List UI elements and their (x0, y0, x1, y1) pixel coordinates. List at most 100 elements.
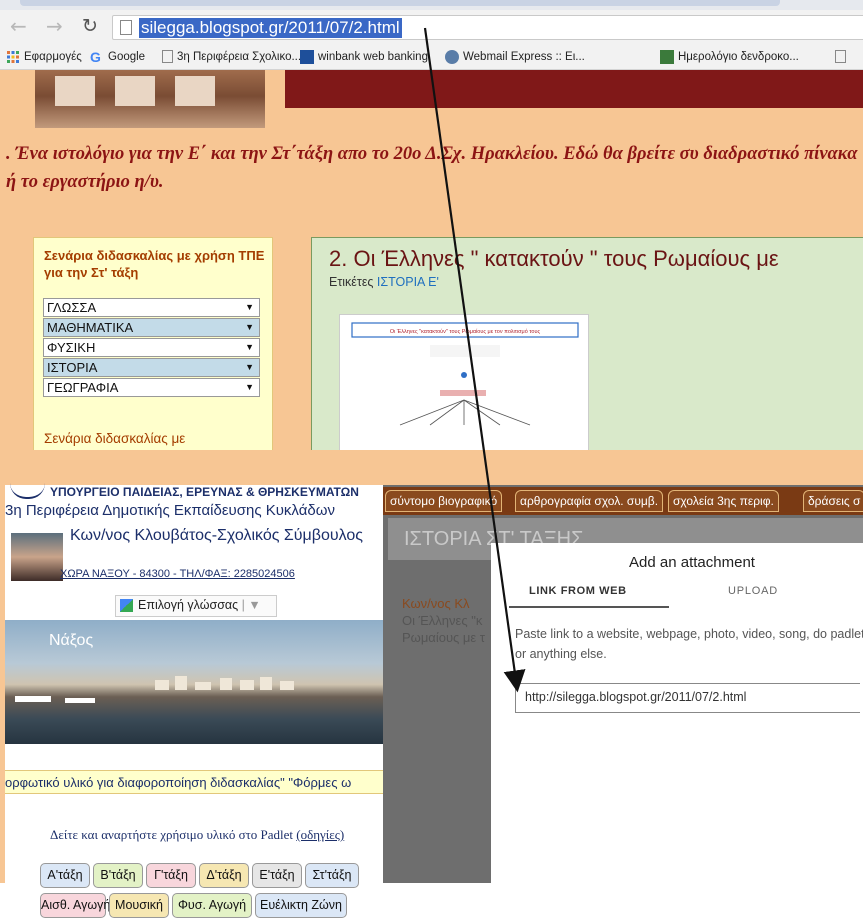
dropdown-label: ΙΣΤΟΡΙΑ (47, 360, 98, 375)
grade-d-button[interactable]: Δ'τάξη (199, 863, 249, 888)
page-icon (120, 20, 132, 35)
browser-toolbar: ← → ↻ silegga.blogspot.gr/2011/07/2.html (0, 10, 863, 45)
contact-info: ΧΩΡΑ ΝΑΞΟΥ - 84300 - ΤΗΛ/ΦΑΞ: 2285024506 (60, 568, 295, 580)
bookmark-periferia[interactable]: 3η Περιφέρεια Σχολικο... (162, 50, 301, 63)
blog-tagline: . Ένα ιστολόγιο για την Ε΄ και την Στ΄τά… (6, 144, 858, 192)
bookmark-calendar[interactable]: Ημερολόγιο δενδροκο... (660, 50, 799, 64)
scrolling-announcements[interactable]: ορφωτικό υλικό για διαφοροποίηση διδασκα… (5, 770, 383, 794)
post-tags: Ετικέτες ΙΣΤΟΡΙΑ Ε' (329, 275, 439, 289)
padlet-text: Δείτε και αναρτήστε χρήσιμο υλικό στο Pa… (50, 827, 344, 843)
modal-title: Add an attachment (629, 554, 755, 571)
dropdown-arrow-icon: ▼ (245, 382, 254, 392)
consultant-site: ΥΠΟΥΡΓΕΙΟ ΠΑΙΔΕΙΑΣ, ΕΡΕΥΝΑΣ & ΘΡΗΣΚΕΥΜΑΤ… (5, 483, 383, 918)
active-tab-indicator (509, 606, 669, 608)
back-arrow-icon[interactable]: ← (10, 14, 27, 38)
nav-bio[interactable]: σύντομο βιογραφικό (385, 490, 503, 512)
apps-grid-icon (7, 51, 19, 63)
dropdown-arrow-icon: ▼ (245, 362, 254, 372)
ministry-emblem-icon (10, 483, 45, 499)
dimmed-line: Κων/νος Κλ (402, 596, 470, 611)
naxos-harbor-photo: Νάξος (5, 620, 383, 744)
bookmark-google[interactable]: G Google (90, 50, 145, 64)
sidebar-footer-link[interactable]: Σενάρια διδασκαλίας με (44, 430, 185, 447)
grade-b-button[interactable]: Β'τάξη (93, 863, 143, 888)
dimmed-post-preview: Κων/νος Κλ Οι Έλληνες "κ Ρωμαίους με τ (402, 595, 485, 646)
dropdown-label: ΓΛΩΣΣΑ (47, 300, 97, 315)
nav-schools[interactable]: σχολεία 3ης περιφ. (668, 490, 779, 512)
padlet-guide-link[interactable]: (οδηγίες) (296, 827, 344, 842)
calendar-icon (660, 50, 674, 64)
consultant-name: Κων/νος Κλουβάτος-Σχολικός Σύμβουλος (70, 527, 363, 544)
dropdown-label: ΜΑΘΗΜΑΤΙΚΑ (47, 320, 134, 335)
pe-button[interactable]: Φυσ. Αγωγή (172, 893, 252, 918)
webmail-icon (445, 50, 459, 64)
subject-dropdown-math[interactable]: ΜΑΘΗΜΑΤΙΚΑ ▼ (43, 318, 260, 337)
translate-icon (120, 599, 133, 613)
bookmark-label: Ημερολόγιο δενδροκο... (678, 51, 799, 63)
subject-dropdown-geography[interactable]: ΓΕΩΓΡΑΦΙΑ ▼ (43, 378, 260, 397)
link-input[interactable]: http://silegga.blogspot.gr/2011/07/2.htm… (515, 683, 860, 713)
google-g-icon: G (90, 49, 101, 65)
post-diagram-image[interactable]: Οι Έλληνες "κατακτούν" τους Ρωμαίους με … (339, 314, 589, 450)
sidebar-title: Σενάρια διδασκαλίας με χρήση ΤΠΕ για την… (44, 248, 265, 280)
scenarios-sidebar: Σενάρια διδασκαλίας με χρήση ΤΠΕ για την… (33, 237, 273, 450)
dimmed-line: Ρωμαίους με τ (402, 630, 485, 645)
art-button[interactable]: Αισθ. Αγωγή (40, 893, 110, 918)
region-title: 3η Περιφέρεια Δημοτικής Εκπαίδευσης Κυκλ… (5, 502, 335, 519)
winbank-icon (300, 50, 314, 64)
diagram-drawing: Οι Έλληνες "κατακτούν" τους Ρωμαίους με … (351, 322, 579, 426)
post-title[interactable]: 2. Οι Έλληνες " κατακτούν " τους Ρωμαίου… (329, 246, 779, 272)
bookmark-winbank[interactable]: winbank web banking (300, 50, 428, 64)
site-navbar: σύντομο βιογραφικό αρθρογραφία σχολ. συμ… (383, 487, 863, 515)
dropdown-label: ΦΥΣΙΚΗ (47, 340, 96, 355)
dropdown-arrow-icon: ▼ (245, 322, 254, 332)
page-icon (162, 50, 173, 63)
bookmark-label: 3η Περιφέρεια Σχολικο... (177, 50, 302, 63)
tags-label: Ετικέτες (329, 275, 374, 289)
bookmark-label: Google (108, 51, 146, 63)
subject-dropdown-language[interactable]: ΓΛΩΣΣΑ ▼ (43, 298, 260, 317)
bookmark-label: Εφαρμογές (24, 51, 82, 63)
attachment-modal: Add an attachment LINK FROM WEB UPLOAD P… (491, 543, 863, 883)
bookmarks-bar: Εφαρμογές G Google 3η Περιφέρεια Σχολικο… (0, 45, 863, 70)
address-bar[interactable]: silegga.blogspot.gr/2011/07/2.html (112, 15, 863, 40)
dimmed-line: Οι Έλληνες "κ (402, 613, 483, 628)
diagram-heading: Οι Έλληνες "κατακτούν" τους Ρωμαίους με … (390, 328, 541, 335)
subject-dropdown-history[interactable]: ΙΣΤΟΡΙΑ ▼ (43, 358, 260, 377)
header-banner (285, 70, 863, 108)
consultant-portrait (11, 533, 63, 581)
school-photo (35, 70, 265, 128)
blog-post: 2. Οι Έλληνες " κατακτούν " τους Ρωμαίου… (311, 237, 863, 450)
reload-icon[interactable]: ↻ (82, 15, 98, 37)
dropdown-arrow-icon: ▼ (245, 342, 254, 352)
grade-e-button[interactable]: Ε'τάξη (252, 863, 302, 888)
bookmark-label: Webmail Express :: Ει... (463, 51, 585, 63)
page-icon (835, 50, 846, 63)
bookmark-label: winbank web banking (318, 51, 428, 63)
language-selector[interactable]: Επιλογή γλώσσας | ▼ (115, 595, 277, 617)
nav-actions[interactable]: δράσεις σ (803, 490, 863, 512)
forward-arrow-icon[interactable]: → (46, 14, 63, 38)
dropdown-label: ΓΕΩΓΡΑΦΙΑ (47, 380, 119, 395)
bookmark-webmail[interactable]: Webmail Express :: Ει... (445, 50, 585, 64)
grade-c-button[interactable]: Γ'τάξη (146, 863, 196, 888)
language-label: Επιλογή γλώσσας (138, 598, 239, 612)
bookmark-apps[interactable]: Εφαρμογές (6, 50, 82, 64)
active-tab[interactable] (20, 0, 780, 6)
grade-a-button[interactable]: Α'τάξη (40, 863, 90, 888)
tab-link-from-web[interactable]: LINK FROM WEB (529, 585, 627, 597)
modal-description: Paste link to a website, webpage, photo,… (515, 627, 863, 661)
subject-dropdown-physics[interactable]: ΦΥΣΙΚΗ ▼ (43, 338, 260, 357)
flexible-zone-button[interactable]: Ευέλικτη Ζώνη (255, 893, 347, 918)
browser-tab-strip (0, 0, 863, 10)
tab-upload[interactable]: UPLOAD (728, 585, 778, 597)
music-button[interactable]: Μουσική (109, 893, 169, 918)
tag-link[interactable]: ΙΣΤΟΡΙΑ Ε' (377, 275, 439, 289)
url-text[interactable]: silegga.blogspot.gr/2011/07/2.html (139, 18, 402, 38)
bookmark-more[interactable] (835, 50, 846, 63)
nav-articles[interactable]: αρθρογραφία σχολ. συμβ. (515, 490, 664, 512)
padlet-prompt: Δείτε και αναρτήστε χρήσιμο υλικό στο Pa… (50, 827, 294, 842)
dropdown-arrow-icon: ▼ (245, 302, 254, 312)
photo-label: Νάξος (49, 632, 94, 649)
grade-f-button[interactable]: Στ'τάξη (305, 863, 359, 888)
